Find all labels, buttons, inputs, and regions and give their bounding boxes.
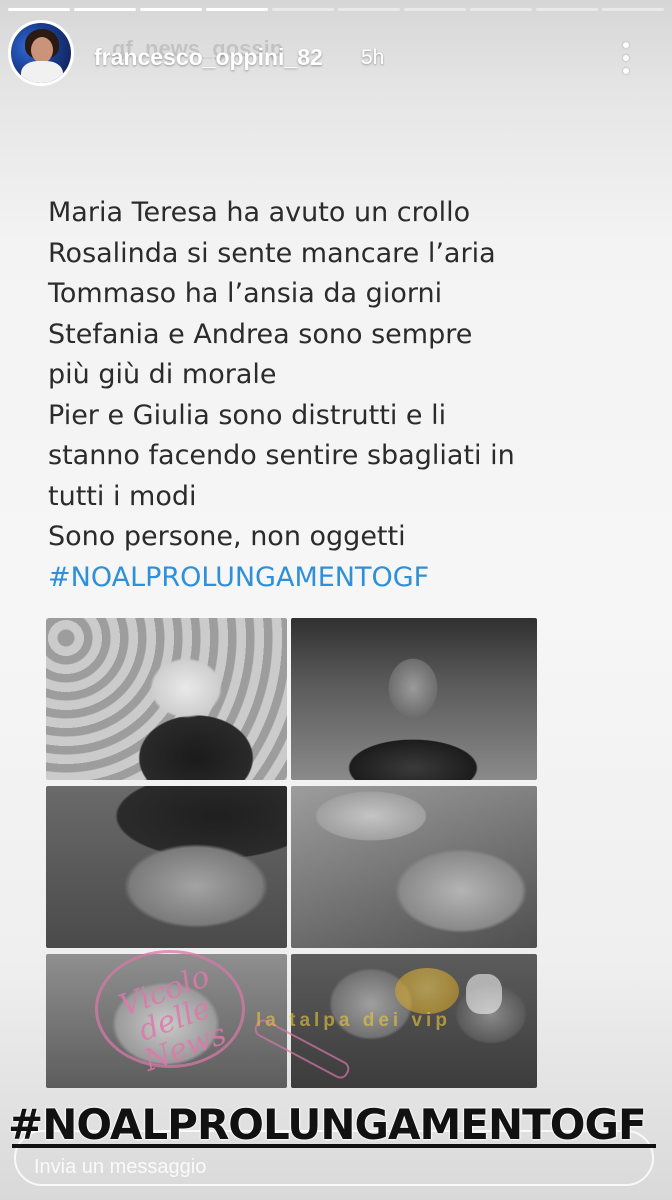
progress-segment — [140, 8, 202, 11]
post-line: Sono persone, non oggetti — [48, 521, 406, 552]
post-line: Rosalinda si sente mancare l’aria — [48, 237, 496, 269]
progress-segment — [536, 8, 598, 11]
post-line: Maria Teresa ha avuto un crollo — [48, 197, 471, 228]
story-progress-bar — [8, 8, 664, 11]
progress-segment — [602, 8, 664, 11]
progress-fill — [74, 8, 136, 11]
post-line: Stefania e Andrea sono sempre — [48, 318, 473, 350]
progress-segment — [470, 8, 532, 11]
collage-photo — [291, 618, 537, 780]
more-options-icon[interactable] — [612, 40, 640, 76]
post-line: Tommaso ha l’ansia da giorni — [48, 278, 443, 309]
post-line: Pier e Giulia sono distrutti e li — [48, 399, 447, 431]
post-hashtag[interactable]: #NOALPROLUNGAMENTOGF — [48, 558, 568, 599]
talpa-watermark-mascot — [466, 974, 502, 1014]
progress-fill — [140, 8, 202, 11]
progress-fill — [206, 8, 268, 11]
progress-segment — [74, 8, 136, 11]
progress-segment — [404, 8, 466, 11]
progress-segment — [272, 8, 334, 11]
username[interactable]: francesco_oppini_82 — [94, 44, 323, 71]
progress-segment — [338, 8, 400, 11]
post-text: Maria Teresa ha avuto un crollo Rosalind… — [48, 193, 568, 598]
progress-segment — [8, 8, 70, 11]
progress-fill — [8, 8, 70, 11]
talpa-watermark-logo — [395, 968, 459, 1014]
collage-photo — [46, 618, 287, 780]
progress-segment — [206, 8, 268, 11]
talpa-watermark-text: la talpa dei vip — [256, 1010, 451, 1031]
post-line: stanno facendo sentire sbagliati in — [48, 440, 515, 471]
avatar-photo — [11, 23, 71, 83]
post-line: tutti i modi — [48, 480, 197, 512]
hashtag-sticker[interactable]: #NOALPROLUNGAMENTOGF — [8, 1100, 664, 1150]
collage-photo — [46, 786, 287, 948]
collage-photo — [291, 786, 537, 948]
profile-avatar[interactable] — [8, 20, 74, 86]
post-line: più giù di morale — [48, 359, 277, 390]
post-time: 5h — [361, 46, 385, 69]
story-view[interactable]: gf_news_gossip francesco_oppini_82 5h Ma… — [0, 0, 672, 1200]
